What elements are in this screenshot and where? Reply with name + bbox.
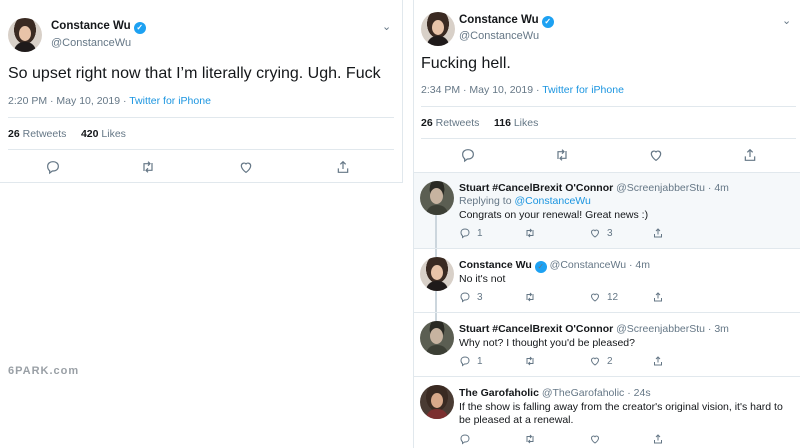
right-tweet-thread: Constance Wu ✓ @ConstanceWu ⌄ Fucking hel… (413, 0, 800, 448)
thread-line (435, 291, 437, 313)
like-icon[interactable] (589, 433, 601, 445)
share-icon[interactable] (652, 355, 664, 367)
avatar[interactable] (421, 12, 455, 46)
divider (421, 138, 796, 139)
share-icon[interactable] (652, 227, 664, 239)
author-name[interactable]: Constance Wu ✓ (51, 20, 146, 34)
like-icon[interactable] (238, 159, 254, 175)
source-link[interactable]: Twitter for iPhone (542, 84, 624, 96)
reply-author[interactable]: Stuart #CancelBrexit O'Connor @Screenjab… (459, 182, 729, 194)
share-icon[interactable] (335, 159, 351, 175)
likes-stat[interactable]: 116 Likes (494, 117, 538, 129)
divider (8, 117, 394, 118)
reply-tweet[interactable]: The Garofaholic @TheGarofaholic · 24s If… (414, 376, 800, 448)
reply-icon[interactable]: 1 (459, 227, 483, 239)
reply-tweet[interactable]: Stuart #CancelBrexit O'Connor @Screenjab… (414, 172, 800, 249)
tweet-stats: 26 Retweets 420 Likes (8, 128, 126, 140)
divider (421, 106, 796, 107)
source-link[interactable]: Twitter for iPhone (129, 95, 211, 107)
thread-line (435, 313, 437, 321)
mention-link[interactable]: @ConstanceWu (514, 195, 590, 207)
avatar[interactable] (420, 321, 454, 355)
retweet-icon[interactable] (524, 355, 542, 367)
replying-to: Replying to @ConstanceWu (459, 195, 591, 207)
retweet-icon[interactable] (524, 227, 542, 239)
chevron-down-icon[interactable]: ⌄ (782, 14, 791, 27)
tweet-stats: 26 Retweets 116 Likes (421, 117, 538, 129)
retweets-stat[interactable]: 26 Retweets (8, 128, 66, 140)
share-icon[interactable] (742, 147, 758, 163)
reply-tweet[interactable]: Constance Wu ✓ @ConstanceWu · 4m No it's … (414, 248, 800, 313)
author-handle[interactable]: @ConstanceWu (459, 30, 539, 42)
reply-icon[interactable]: 3 (459, 291, 483, 303)
reply-author[interactable]: Constance Wu ✓ @ConstanceWu · 4m (459, 259, 650, 273)
avatar[interactable] (420, 385, 454, 419)
retweet-icon[interactable] (140, 159, 156, 175)
retweet-icon[interactable] (554, 147, 570, 163)
thread-line (435, 249, 437, 257)
reply-tweet[interactable]: Stuart #CancelBrexit O'Connor @Screenjab… (414, 312, 800, 376)
like-icon[interactable]: 3 (589, 227, 613, 239)
divider (8, 149, 394, 150)
reply-text: If the show is falling away from the cre… (459, 401, 783, 426)
retweet-icon[interactable] (524, 291, 542, 303)
retweet-icon[interactable] (524, 433, 536, 445)
verified-icon: ✓ (133, 22, 146, 34)
tweet-text: So upset right now that I’m literally cr… (8, 65, 381, 82)
author-name[interactable]: Constance Wu ✓ (459, 14, 554, 28)
reply-text: Why not? I thought you'd be pleased? (459, 337, 635, 349)
reply-author[interactable]: Stuart #CancelBrexit O'Connor @Screenjab… (459, 323, 729, 335)
reply-author[interactable]: The Garofaholic @TheGarofaholic · 24s (459, 387, 651, 399)
reply-icon[interactable]: 1 (459, 355, 483, 367)
avatar[interactable] (8, 18, 42, 52)
reply-icon[interactable] (459, 433, 471, 445)
like-icon[interactable] (648, 147, 664, 163)
avatar[interactable] (420, 181, 454, 215)
reply-icon[interactable] (45, 159, 61, 175)
author-handle[interactable]: @ConstanceWu (51, 37, 131, 49)
retweets-stat[interactable]: 26 Retweets (421, 117, 479, 129)
verified-icon: ✓ (534, 261, 547, 273)
reply-icon[interactable] (460, 147, 476, 163)
chevron-down-icon[interactable]: ⌄ (382, 20, 391, 33)
watermark: 6PARK.com (8, 365, 80, 377)
reply-text: No it's not (459, 273, 506, 285)
tweet-meta: 2:20 PM · May 10, 2019 · Twitter for iPh… (8, 95, 211, 107)
left-tweet: Constance Wu ✓ @ConstanceWu ⌄ So upset ri… (0, 0, 403, 183)
thread-line (435, 213, 437, 249)
like-icon[interactable]: 12 (589, 291, 618, 303)
like-icon[interactable]: 2 (589, 355, 613, 367)
share-icon[interactable] (652, 291, 664, 303)
likes-stat[interactable]: 420 Likes (81, 128, 126, 140)
tweet-text: Fucking hell. (421, 55, 511, 72)
verified-icon: ✓ (541, 16, 554, 28)
share-icon[interactable] (652, 433, 664, 445)
tweet-meta: 2:34 PM · May 10, 2019 · Twitter for iPh… (421, 84, 624, 96)
avatar[interactable] (420, 257, 454, 291)
reply-text: Congrats on your renewal! Great news :) (459, 209, 649, 221)
